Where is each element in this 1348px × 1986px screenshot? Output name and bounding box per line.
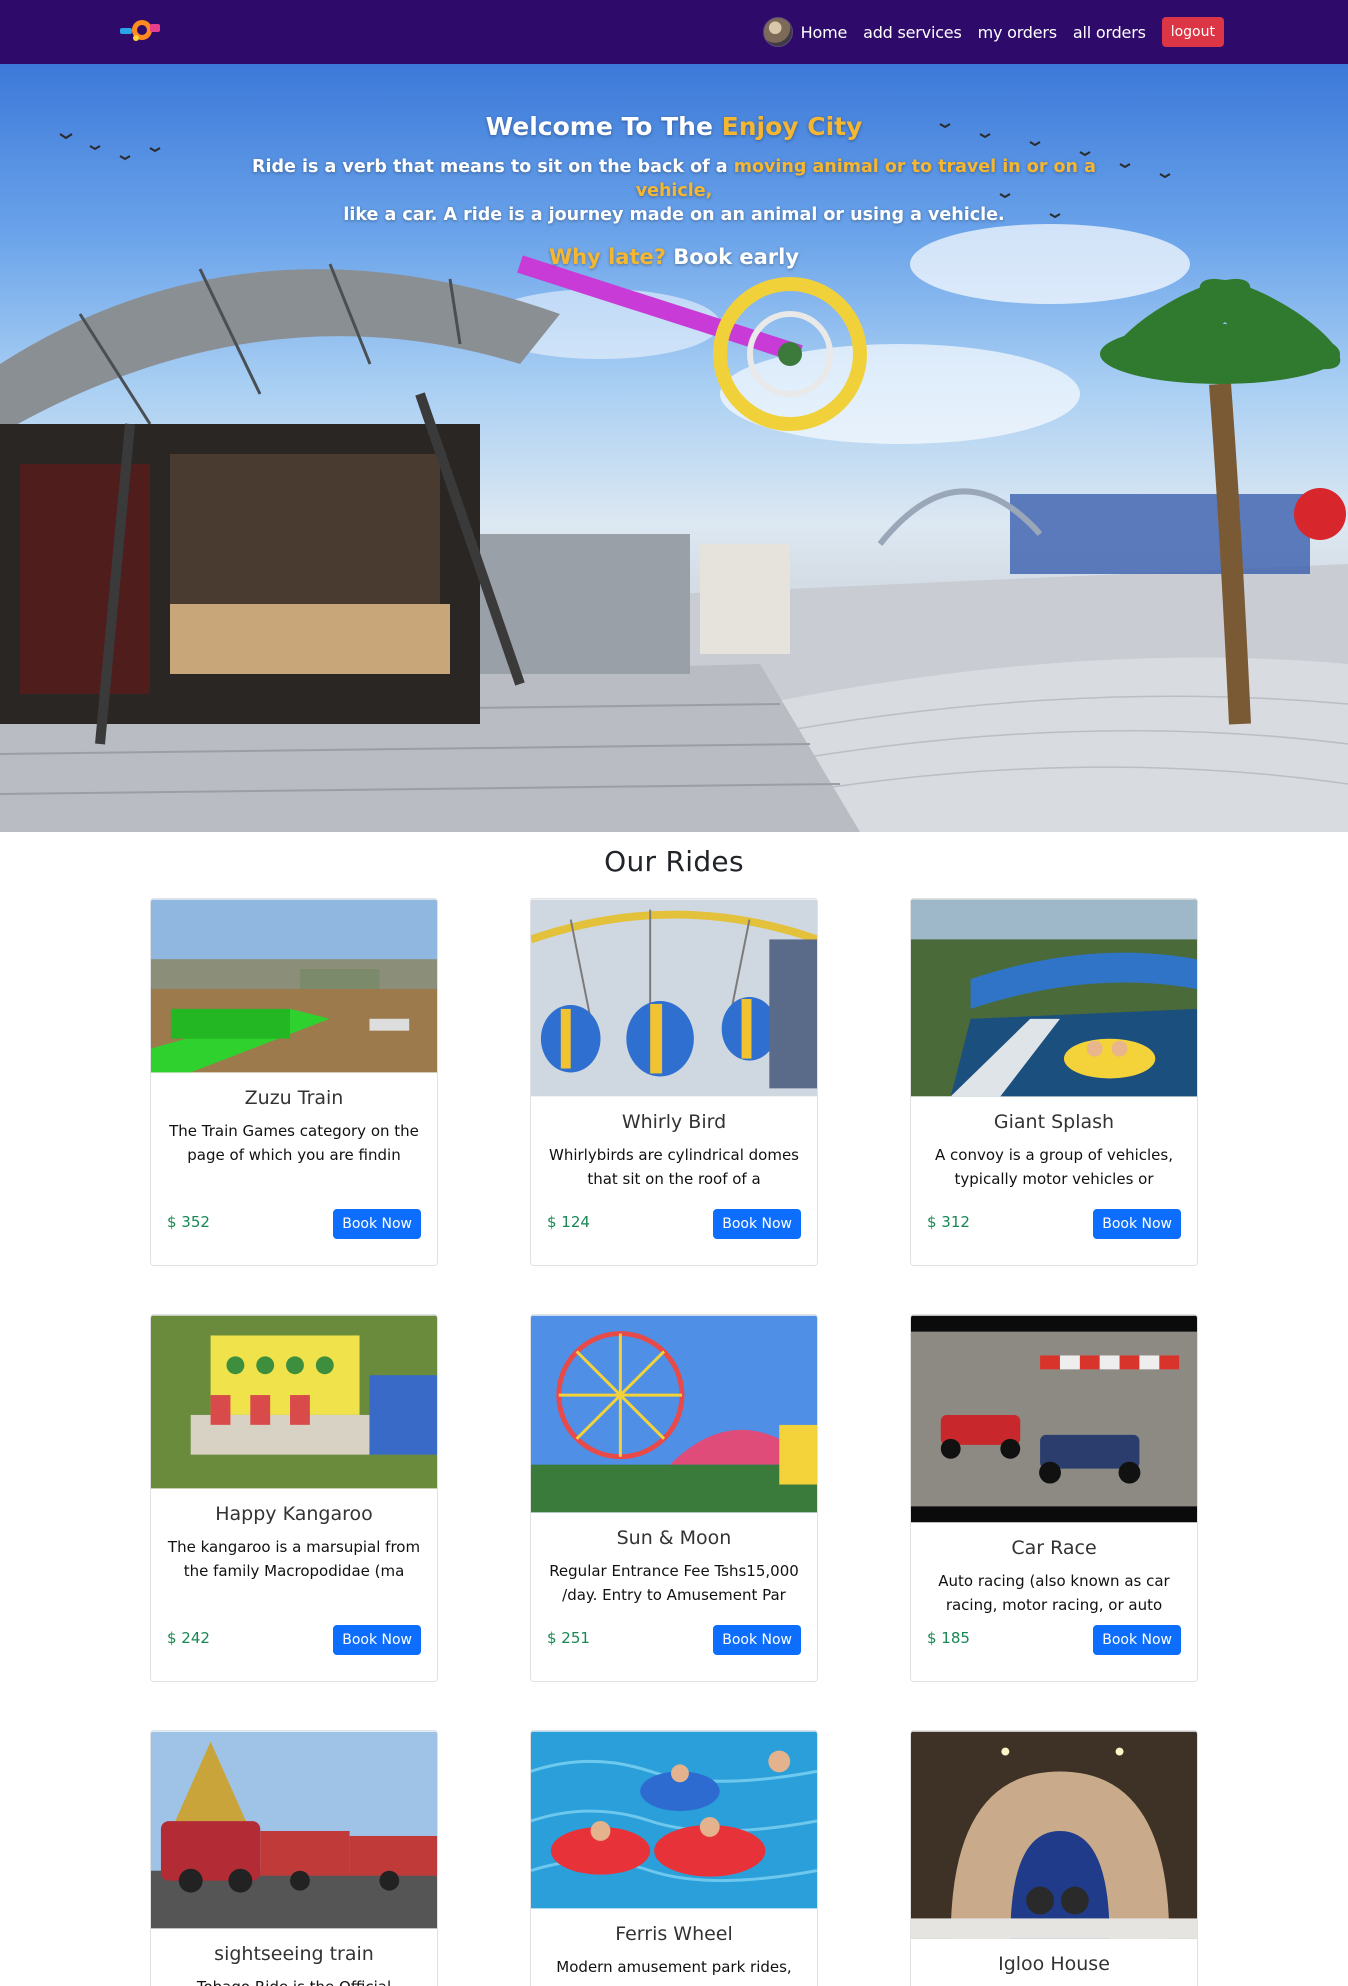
nav-links: Home add services my orders all orders l… xyxy=(762,0,1224,64)
ride-price: $ 124 xyxy=(547,1213,590,1231)
ride-description: Modern amusement park rides, xyxy=(556,1958,792,1976)
ride-image-whirly-bird xyxy=(531,899,817,1097)
ride-description: Auto racing (also known as car racing, m… xyxy=(938,1572,1170,1614)
ride-price: $ 185 xyxy=(927,1629,970,1647)
ride-image-sun-and-moon xyxy=(531,1315,817,1513)
ride-card-footer: $ 242 Book Now xyxy=(167,1625,421,1657)
ride-card: Sun & Moon Regular Entrance Fee Tshs15,0… xyxy=(530,1314,818,1682)
nav-my-orders-link[interactable]: my orders xyxy=(978,23,1058,42)
ride-price: $ 251 xyxy=(547,1629,590,1647)
ride-description: The Train Games category on the page of … xyxy=(169,1122,419,1164)
ride-image-car-race xyxy=(911,1315,1197,1523)
ride-card-body: Car Race Auto racing (also known as car … xyxy=(911,1523,1197,1617)
nav-home-link[interactable]: Home xyxy=(801,23,848,42)
ride-card: sightseeing train Tobago Ride is the Off… xyxy=(150,1730,438,1986)
ride-card-body: Igloo House xyxy=(911,1939,1197,1975)
book-now-button[interactable]: Book Now xyxy=(1093,1209,1181,1239)
ride-card-footer: $ 352 Book Now xyxy=(167,1209,421,1241)
hero-description: Ride is a verb that means to sit on the … xyxy=(234,155,1114,227)
ride-image-giant-splash xyxy=(911,899,1197,1097)
hero-desc-part2: like a car. A ride is a journey made on … xyxy=(343,205,1005,225)
ride-image-ferris-wheel xyxy=(531,1731,817,1909)
rides-section-title: Our Rides xyxy=(604,845,744,878)
book-now-button[interactable]: Book Now xyxy=(713,1625,801,1655)
ride-title: sightseeing train xyxy=(214,1943,374,1965)
ride-image-happy-kangaroo xyxy=(151,1315,437,1489)
ride-description: Regular Entrance Fee Tshs15,000 /day. En… xyxy=(549,1562,799,1604)
site-logo[interactable] xyxy=(118,16,164,44)
ride-description: The kangaroo is a marsupial from the fam… xyxy=(167,1538,421,1580)
nav-all-orders-link[interactable]: all orders xyxy=(1073,23,1146,42)
ride-card-body: sightseeing train Tobago Ride is the Off… xyxy=(151,1929,437,1986)
ride-card-body: Ferris Wheel Modern amusement park rides… xyxy=(531,1909,817,1979)
ride-card-body: Sun & Moon Regular Entrance Fee Tshs15,0… xyxy=(531,1513,817,1607)
ride-title: Igloo House xyxy=(998,1953,1110,1975)
book-now-button[interactable]: Book Now xyxy=(713,1209,801,1239)
ride-card-body: Zuzu Train The Train Games category on t… xyxy=(151,1073,437,1167)
ride-card: Car Race Auto racing (also known as car … xyxy=(910,1314,1198,1682)
ride-image-igloo-house xyxy=(911,1731,1197,1939)
ride-card-footer: $ 185 Book Now xyxy=(927,1625,1181,1657)
ride-card: Whirly Bird Whirlybirds are cylindrical … xyxy=(530,898,818,1266)
user-avatar[interactable] xyxy=(762,17,793,47)
hero-text: Welcome To The Enjoy City Ride is a verb… xyxy=(0,112,1348,269)
ride-price: $ 312 xyxy=(927,1213,970,1231)
ride-title: Sun & Moon xyxy=(616,1527,732,1549)
ride-description: Tobago Ride is the Official xyxy=(165,1975,423,1986)
hero-title: Welcome To The Enjoy City xyxy=(0,112,1348,141)
ride-card-footer: $ 251 Book Now xyxy=(547,1625,801,1657)
ride-card-footer: $ 312 Book Now xyxy=(927,1209,1181,1241)
ride-image-zuzu-train xyxy=(151,899,437,1073)
book-now-button[interactable]: Book Now xyxy=(1093,1625,1181,1655)
book-now-button[interactable]: Book Now xyxy=(333,1625,421,1655)
ride-title: Car Race xyxy=(1011,1537,1097,1559)
ride-card: Happy Kangaroo The kangaroo is a marsupi… xyxy=(150,1314,438,1682)
ride-title: Giant Splash xyxy=(993,1111,1115,1133)
ride-title: Whirly Bird xyxy=(621,1111,727,1133)
hero-cta: Why late? Book early xyxy=(0,245,1348,269)
ride-description: Whirlybirds are cylindrical domes that s… xyxy=(549,1146,799,1188)
ride-card: Zuzu Train The Train Games category on t… xyxy=(150,898,438,1266)
hero-title-prefix: Welcome To The xyxy=(485,112,722,141)
hero-cta-accent: Why late? xyxy=(548,245,666,269)
ride-card-body: Whirly Bird Whirlybirds are cylindrical … xyxy=(531,1097,817,1191)
ride-price: $ 352 xyxy=(167,1213,210,1231)
ride-price: $ 242 xyxy=(167,1629,210,1647)
ride-title: Ferris Wheel xyxy=(615,1923,733,1945)
book-now-button[interactable]: Book Now xyxy=(333,1209,421,1239)
ride-card: Giant Splash A convoy is a group of vehi… xyxy=(910,898,1198,1266)
ride-card-footer: $ 124 Book Now xyxy=(547,1209,801,1241)
ride-card-body: Happy Kangaroo The kangaroo is a marsupi… xyxy=(151,1489,437,1583)
ride-title: Zuzu Train xyxy=(244,1087,344,1109)
navbar: Home add services my orders all orders l… xyxy=(0,0,1348,64)
ride-card: Ferris Wheel Modern amusement park rides… xyxy=(530,1730,818,1986)
ride-description: A convoy is a group of vehicles, typical… xyxy=(935,1146,1173,1188)
hero-banner: Welcome To The Enjoy City Ride is a verb… xyxy=(0,64,1348,832)
ride-title: Happy Kangaroo xyxy=(215,1503,373,1525)
hero-title-accent: Enjoy City xyxy=(721,112,863,141)
hero-cta-text: Book early xyxy=(665,245,800,269)
ride-card-body: Giant Splash A convoy is a group of vehi… xyxy=(911,1097,1197,1191)
logout-button[interactable]: logout xyxy=(1161,17,1224,47)
ride-card: Igloo House xyxy=(910,1730,1198,1986)
nav-add-services-link[interactable]: add services xyxy=(863,23,962,42)
ride-image-sightseeing-train xyxy=(151,1731,437,1929)
hero-desc-part1: Ride is a verb that means to sit on the … xyxy=(252,157,734,177)
